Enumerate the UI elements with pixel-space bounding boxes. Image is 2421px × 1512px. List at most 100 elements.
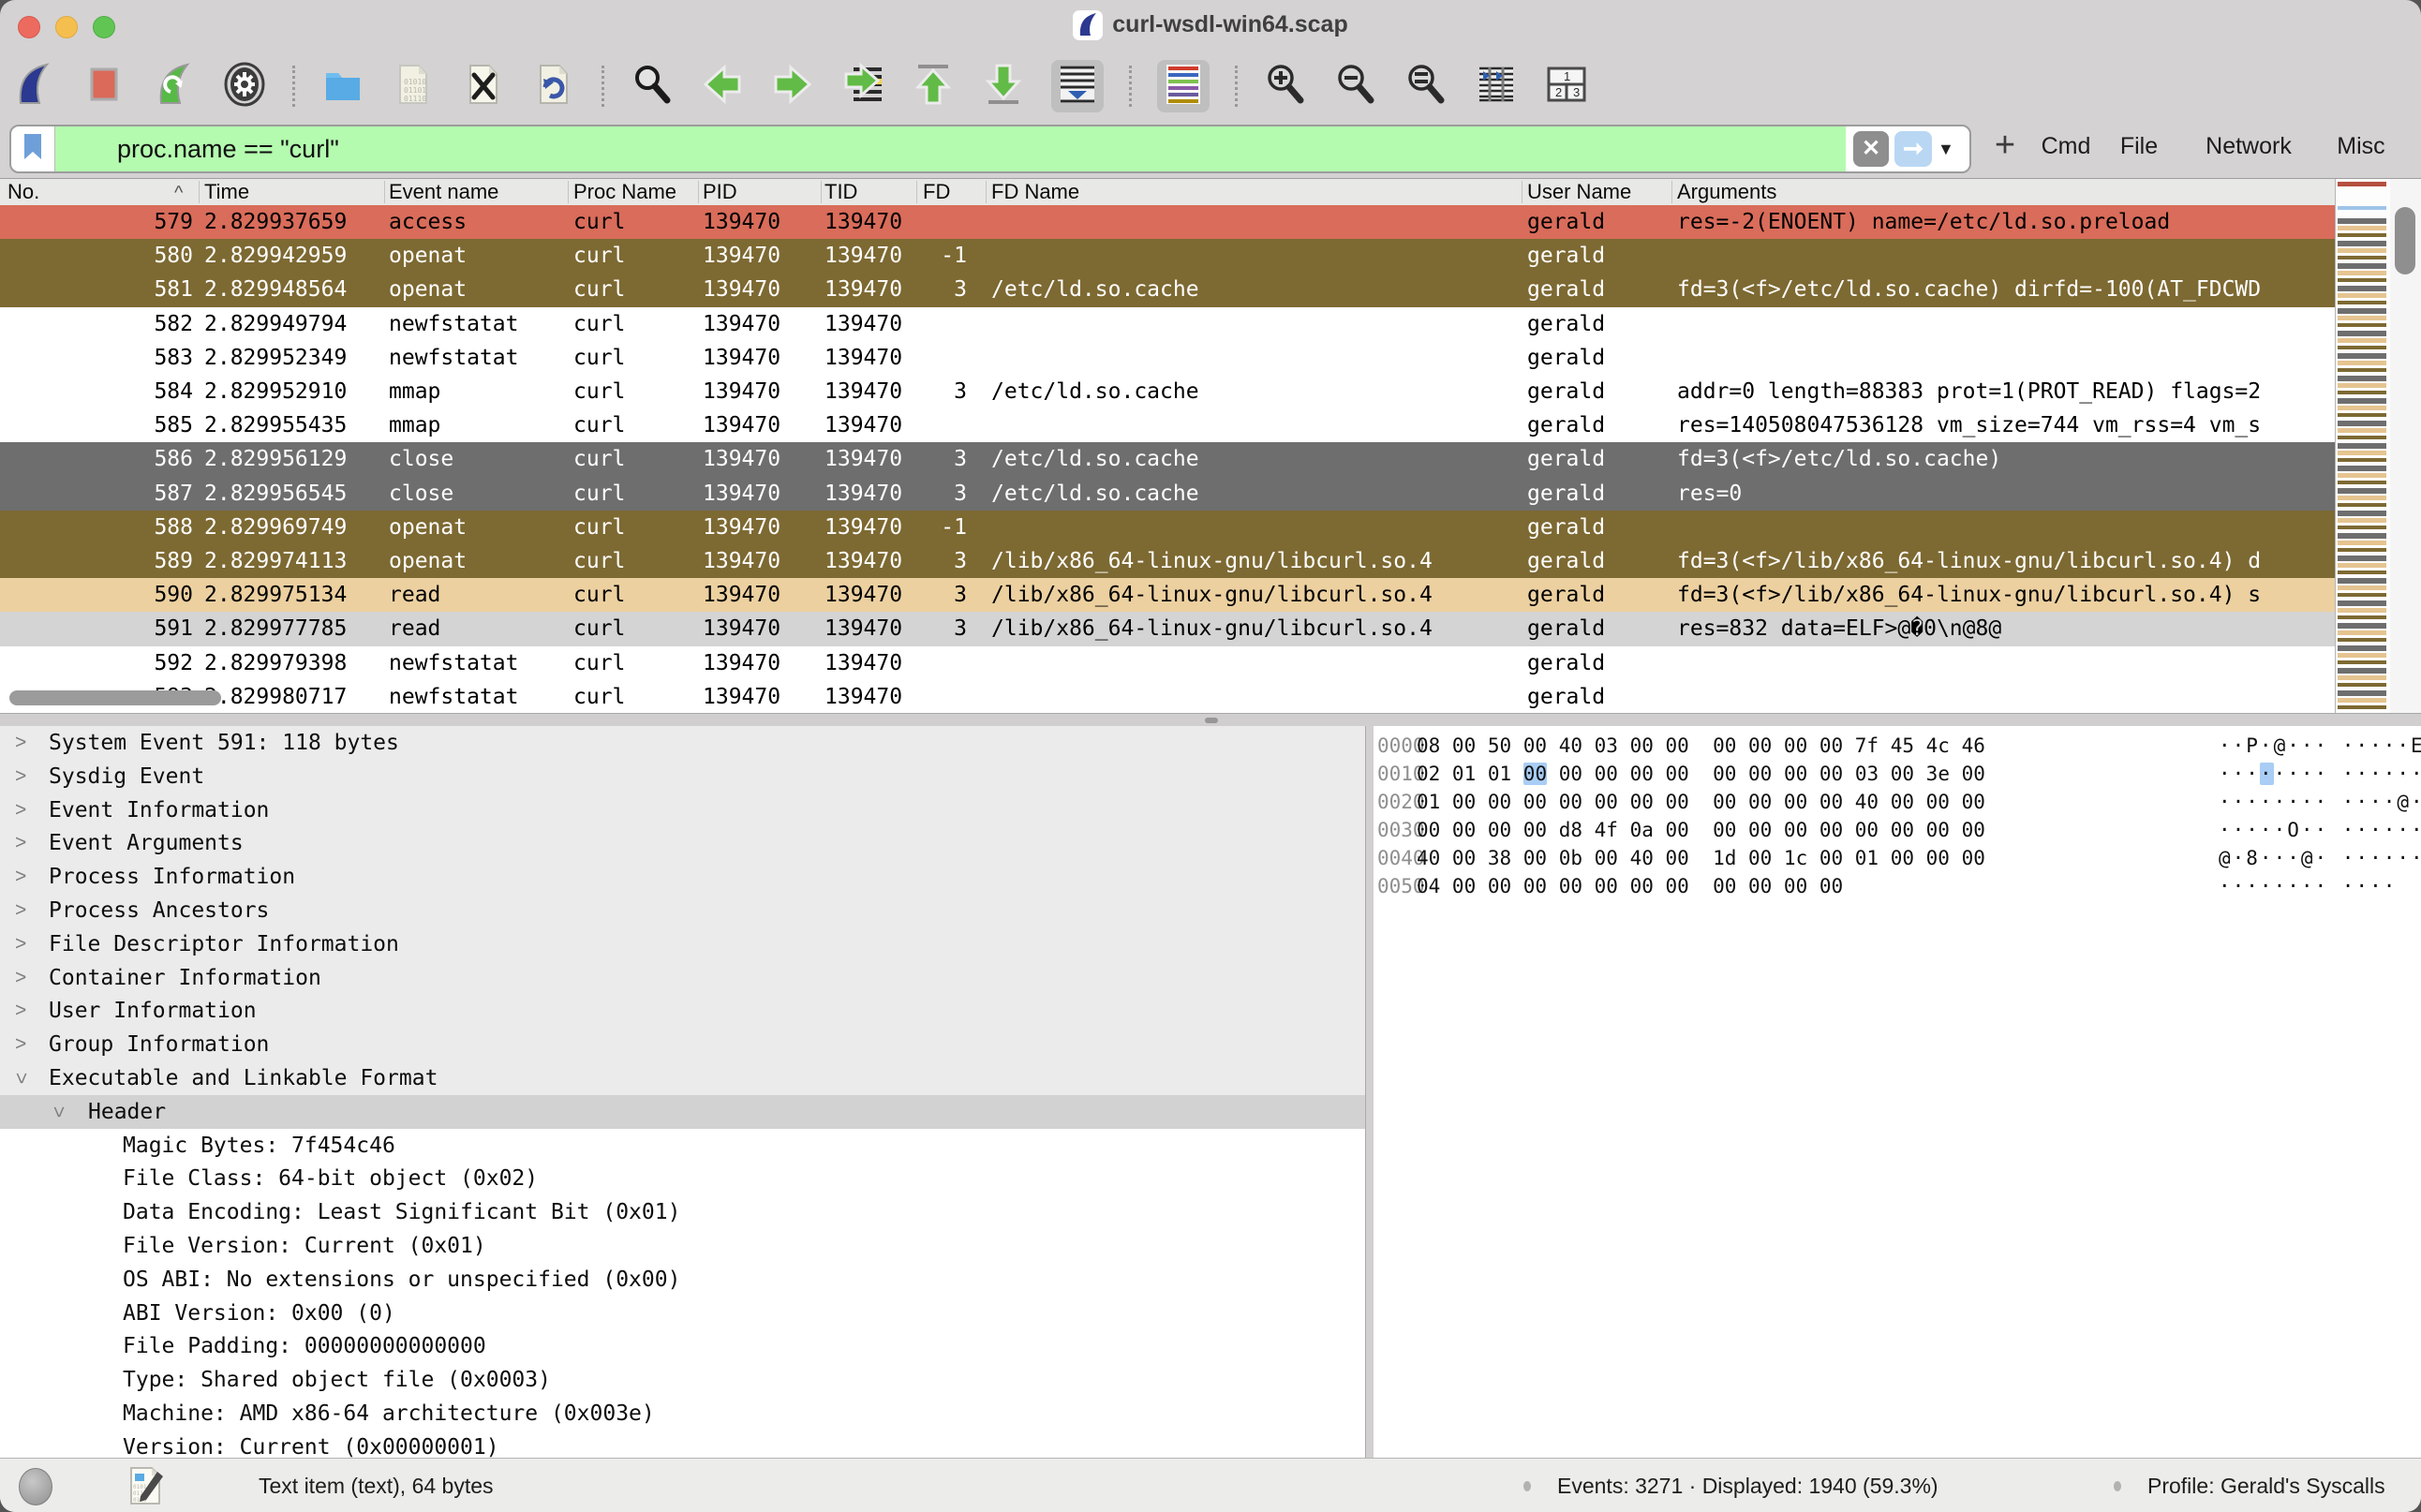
restart-capture-button[interactable] bbox=[152, 62, 197, 109]
zoom-in-button[interactable] bbox=[1263, 64, 1308, 109]
column-header-no-[interactable]: No. bbox=[7, 179, 39, 205]
tree-item-event-information[interactable]: > Event Information bbox=[0, 793, 1365, 827]
tree-item-file-descriptor-information[interactable]: > File Descriptor Information bbox=[0, 927, 1365, 961]
column-header-tid[interactable]: TID bbox=[824, 179, 857, 205]
zoom-out-button[interactable] bbox=[1333, 64, 1378, 109]
tree-item-group-information[interactable]: > Group Information bbox=[0, 1028, 1365, 1061]
event-row-590[interactable]: 590 2.829975134 read curl 139470 139470 3/lib/… bbox=[0, 578, 2389, 614]
open-file-button[interactable] bbox=[320, 64, 365, 109]
event-row-584[interactable]: 584 2.829952910 mmap curl 139470 139470 3/etc/… bbox=[0, 375, 2389, 409]
zoom-reset-button[interactable] bbox=[1404, 64, 1448, 109]
event-row-587[interactable]: 587 2.829956545 close curl 139470 139470 3/etc… bbox=[0, 476, 2389, 511]
scrollbar-thumb[interactable] bbox=[2395, 207, 2415, 274]
column-header-pid[interactable]: PID bbox=[703, 179, 737, 205]
column-separator[interactable] bbox=[698, 181, 699, 203]
column-header-fd[interactable]: FD bbox=[923, 179, 950, 205]
intelligent-scrollbar-minimap[interactable] bbox=[2335, 179, 2391, 714]
event-row-585[interactable]: 585 2.829955435 mmap curl 139470 139470 gerald… bbox=[0, 408, 2389, 444]
go-to-event-button[interactable] bbox=[840, 62, 885, 109]
filter-shortcut-cmd[interactable]: Cmd bbox=[2033, 126, 2099, 167]
chevron-down-icon[interactable]: > bbox=[41, 1106, 75, 1118]
event-row-582[interactable]: 582 2.829949794 newfstatat curl 139470 139470… bbox=[0, 306, 2389, 342]
capture-options-button[interactable] bbox=[222, 62, 267, 109]
event-row-593[interactable]: 5932.829980717newfstatatcurl139470139470… bbox=[0, 679, 2389, 715]
last-event-button[interactable] bbox=[981, 64, 1026, 109]
filter-shortcut-misc[interactable]: Misc bbox=[2324, 126, 2399, 167]
tree-item-magic-bytes[interactable]: Magic Bytes: 7f454c46 bbox=[0, 1129, 1365, 1163]
chevron-right-icon[interactable]: > bbox=[15, 1028, 26, 1061]
expert-info-icon[interactable] bbox=[19, 1468, 52, 1505]
filter-bookmark-button[interactable] bbox=[11, 126, 55, 171]
chevron-right-icon[interactable]: > bbox=[15, 860, 26, 894]
column-header-user-name[interactable]: User Name bbox=[1527, 179, 1631, 205]
tree-item-process-information[interactable]: > Process Information bbox=[0, 860, 1365, 894]
filter-apply-button[interactable]: ➞ bbox=[1894, 131, 1932, 167]
hex-row-0040[interactable]: 0040 40 00 38 00 0b 00 40 00 1d 00 1c 00 … bbox=[1374, 844, 2421, 872]
tree-item-version[interactable]: Version: Current (0x00000001) bbox=[0, 1430, 1365, 1458]
event-row-589[interactable]: 589 2.829974113 openat curl 139470 139470 3/li… bbox=[0, 544, 2389, 579]
filter-shortcut-network[interactable]: Network bbox=[2202, 126, 2295, 167]
column-header-arguments[interactable]: Arguments bbox=[1677, 179, 1776, 205]
chevron-right-icon[interactable]: > bbox=[15, 793, 26, 827]
tree-item-file-version[interactable]: File Version: Current (0x01) bbox=[0, 1229, 1365, 1263]
save-file-button[interactable]: 01010 01101 01110 bbox=[391, 64, 436, 109]
filter-dropdown-caret[interactable]: ▼ bbox=[1938, 126, 1954, 171]
status-profile[interactable]: Profile: Gerald's Syscalls bbox=[2147, 1459, 2385, 1512]
hex-row-0000[interactable]: 0000 08 00 50 00 40 03 00 00 00 00 00 00 … bbox=[1374, 732, 2421, 760]
chevron-right-icon[interactable]: > bbox=[15, 927, 26, 961]
first-event-button[interactable] bbox=[911, 64, 956, 109]
column-separator[interactable] bbox=[986, 181, 987, 203]
column-separator[interactable] bbox=[1671, 181, 1672, 203]
splitter-handle[interactable] bbox=[1205, 718, 1218, 723]
hex-row-0030[interactable]: 0030 00 00 00 00 d8 4f 0a 00 00 00 00 00 … bbox=[1374, 816, 2421, 844]
event-list-vertical-scrollbar[interactable] bbox=[2390, 179, 2421, 714]
tree-item-header[interactable]: > Header bbox=[0, 1094, 1365, 1129]
tree-item-abi-version[interactable]: ABI Version: 0x00 (0) bbox=[0, 1297, 1365, 1330]
tree-item-process-ancestors[interactable]: > Process Ancestors bbox=[0, 894, 1365, 927]
filter-input[interactable]: proc.name == "curl" bbox=[55, 126, 1846, 171]
chevron-right-icon[interactable]: > bbox=[15, 894, 26, 927]
tree-item-machine[interactable]: Machine: AMD x86-64 architecture (0x003e… bbox=[0, 1397, 1365, 1430]
event-row-581[interactable]: 581 2.829948564 openat curl 139470 139470 3/et… bbox=[0, 273, 2389, 308]
hex-row-0050[interactable]: 0050 04 00 00 00 00 00 00 00 00 00 00 00 ·… bbox=[1374, 872, 2421, 900]
filter-shortcut-file[interactable]: File bbox=[2106, 126, 2172, 167]
column-separator[interactable] bbox=[821, 181, 822, 203]
start-capture-button[interactable] bbox=[11, 62, 56, 109]
column-header-fd-name[interactable]: FD Name bbox=[991, 179, 1079, 205]
column-header-event-name[interactable]: Event name bbox=[389, 179, 498, 205]
chevron-right-icon[interactable]: > bbox=[15, 961, 26, 995]
close-file-button[interactable] bbox=[461, 64, 506, 109]
filter-clear-button[interactable]: ✕ bbox=[1853, 131, 1889, 167]
colorize-button[interactable] bbox=[1157, 60, 1210, 112]
tree-item-container-information[interactable]: > Container Information bbox=[0, 961, 1365, 995]
column-header-proc-name[interactable]: Proc Name bbox=[573, 179, 676, 205]
chevron-right-icon[interactable]: > bbox=[15, 760, 26, 793]
column-separator[interactable] bbox=[384, 181, 385, 203]
filter-add-button[interactable]: + bbox=[1984, 122, 2026, 169]
capture-comment-icon[interactable]: 0101 0110 0110 bbox=[124, 1464, 167, 1512]
next-event-button[interactable] bbox=[770, 64, 815, 109]
event-row-592[interactable]: 592 2.829979398 newfstatat curl 139470 139470… bbox=[0, 645, 2389, 681]
tree-item-executable-and-linkable-format[interactable]: > Executable and Linkable Format bbox=[0, 1061, 1365, 1095]
event-row-583[interactable]: 583 2.829952349 newfstatat curl 139470 139470… bbox=[0, 340, 2389, 376]
tree-item-data-encoding[interactable]: Data Encoding: Least Significant Bit (0x… bbox=[0, 1195, 1365, 1229]
tree-item-system-event-591[interactable]: > System Event 591: 118 bytes bbox=[0, 726, 1365, 760]
tree-item-user-information[interactable]: > User Information bbox=[0, 994, 1365, 1028]
event-row-591[interactable]: 591 2.829977785 read curl 139470 139470 3/lib/… bbox=[0, 612, 2389, 647]
tree-item-os-abi[interactable]: OS ABI: No extensions or unspecified (0x… bbox=[0, 1263, 1365, 1297]
chevron-right-icon[interactable]: > bbox=[15, 994, 26, 1028]
chevron-right-icon[interactable]: > bbox=[15, 726, 26, 760]
event-list-horizontal-scrollbar[interactable] bbox=[9, 690, 221, 705]
tree-item-file-padding[interactable]: File Padding: 00000000000000 bbox=[0, 1329, 1365, 1363]
tree-item-file-class[interactable]: File Class: 64-bit object (0x02) bbox=[0, 1162, 1365, 1195]
column-separator[interactable] bbox=[568, 181, 569, 203]
column-separator[interactable] bbox=[916, 181, 917, 203]
previous-event-button[interactable] bbox=[700, 64, 745, 109]
stop-capture-button[interactable] bbox=[82, 64, 126, 109]
tree-item-sysdig-event[interactable]: > Sysdig Event bbox=[0, 760, 1365, 793]
auto-scroll-button[interactable] bbox=[1051, 60, 1104, 112]
chevron-down-icon[interactable]: > bbox=[4, 1073, 37, 1084]
resize-columns-button[interactable] bbox=[1474, 64, 1519, 109]
tree-item-event-arguments[interactable]: > Event Arguments bbox=[0, 826, 1365, 860]
event-row-580[interactable]: 580 2.829942959 openat curl 139470 139470 -1 ge… bbox=[0, 239, 2389, 274]
